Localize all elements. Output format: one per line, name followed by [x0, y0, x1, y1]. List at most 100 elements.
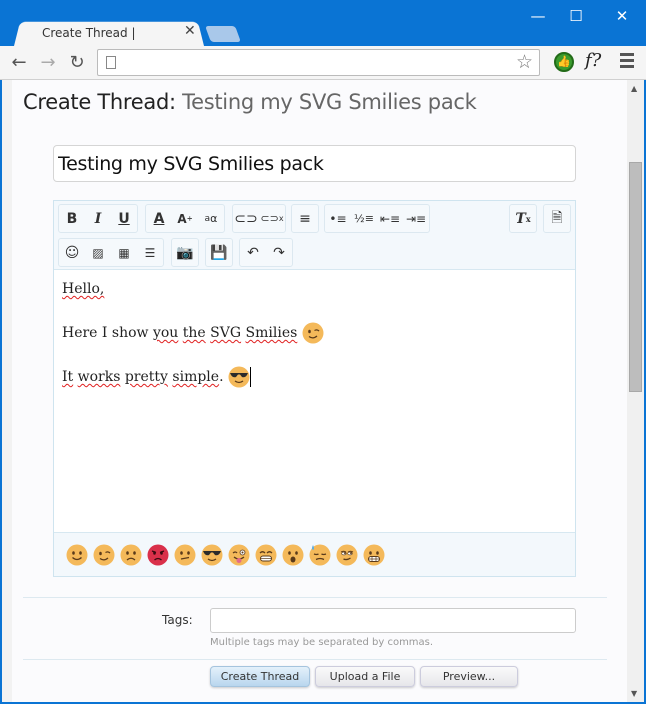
undo-icon[interactable]: ↶: [240, 239, 266, 266]
remove-format-icon[interactable]: Tx: [510, 205, 536, 232]
page-title-subject: Testing my SVG Smilies pack: [182, 90, 477, 114]
grimace-smilie-icon[interactable]: [363, 544, 385, 566]
maximize-button[interactable]: ☐: [556, 4, 596, 28]
page-title: Create Thread: Testing my SVG Smilies pa…: [23, 90, 477, 114]
back-icon[interactable]: ←: [8, 52, 30, 74]
save-draft-icon[interactable]: 💾: [206, 239, 232, 266]
history-group: ↶ ↷: [239, 238, 293, 267]
browser-tab[interactable]: Create Thread | ✕: [14, 20, 204, 46]
smilies-icon[interactable]: ☺: [59, 239, 85, 266]
tab-close-icon[interactable]: ✕: [184, 23, 196, 39]
vertical-scrollbar[interactable]: ▲ ▼: [627, 80, 644, 702]
line-text: Smilies: [245, 325, 298, 341]
preview-button[interactable]: Preview...: [420, 666, 518, 687]
media-icon[interactable]: ▦: [111, 239, 137, 266]
text-caret: [249, 367, 251, 387]
cool-smilie-icon: [228, 366, 250, 388]
italic-icon[interactable]: I: [85, 205, 111, 232]
editor-toolbar: B I U A A ÷ aα ⊂⊃ ⊂⊃ x ≡ •≡ ½≡ ⇤≡ ⇥≡ T x…: [54, 201, 575, 270]
link-group: ⊂⊃ ⊂⊃ x: [232, 204, 286, 233]
bbcode-toggle-icon[interactable]: 🗎: [544, 205, 570, 232]
camera-icon[interactable]: 📷: [172, 239, 198, 266]
align-left-icon[interactable]: ≡: [292, 205, 318, 232]
page-title-prefix: Create Thread:: [23, 90, 176, 114]
line-text: the: [182, 325, 206, 341]
font-color-icon[interactable]: A: [146, 205, 172, 232]
line-text: SVG: [210, 325, 242, 341]
tags-input[interactable]: [210, 608, 576, 633]
remove-format-group: Tx: [509, 204, 537, 233]
close-window-button[interactable]: ✕: [602, 4, 642, 28]
bbcode-group: 🗎: [543, 204, 571, 233]
outdent-icon[interactable]: ⇤≡: [377, 205, 403, 232]
editor-line: Here I show you the SVG Smilies: [62, 322, 567, 344]
scroll-up-arrow-icon[interactable]: ▲: [631, 84, 637, 93]
scroll-thumb[interactable]: [629, 162, 642, 392]
redo-icon[interactable]: ↷: [266, 239, 292, 266]
wink-smilie-icon: [302, 322, 324, 344]
line-text: pretty: [124, 369, 168, 385]
tags-label: Tags:: [162, 613, 193, 627]
divider: [23, 597, 607, 598]
bold-icon[interactable]: B: [59, 205, 85, 232]
address-bar[interactable]: ☆: [97, 49, 540, 76]
mad-smilie-icon[interactable]: [147, 544, 169, 566]
line-text: you: [152, 325, 179, 341]
tags-hint: Multiple tags may be separated by commas…: [210, 637, 434, 648]
divider: [23, 659, 607, 660]
new-tab-button[interactable]: [205, 26, 241, 42]
reload-icon[interactable]: ↻: [66, 52, 88, 74]
sweat-smilie-icon[interactable]: [309, 544, 331, 566]
grin-smilie-icon[interactable]: [255, 544, 277, 566]
cool-smilie-icon[interactable]: [201, 544, 223, 566]
roll-eyes-smilie-icon[interactable]: [336, 544, 358, 566]
browser-titlebar: Create Thread | ✕ — ☐ ✕: [0, 0, 646, 46]
tongue-smilie-icon[interactable]: [228, 544, 250, 566]
upload-file-button[interactable]: Upload a File: [315, 666, 415, 687]
bookmark-star-icon[interactable]: ☆: [516, 51, 533, 73]
underline-icon[interactable]: U: [111, 205, 137, 232]
frown-smilie-icon[interactable]: [120, 544, 142, 566]
forward-icon[interactable]: →: [37, 52, 59, 74]
thread-title-input[interactable]: [53, 145, 576, 182]
menu-icon[interactable]: [620, 53, 634, 71]
create-thread-button[interactable]: Create Thread: [210, 666, 310, 687]
align-group: ≡: [291, 204, 319, 233]
font-group: A A ÷ aα: [145, 204, 225, 233]
save-group: 💾: [205, 238, 233, 267]
line-text: Here I show: [62, 325, 153, 341]
minimize-button[interactable]: —: [518, 4, 558, 28]
font-size-icon[interactable]: A ÷: [172, 205, 198, 232]
extension-thumbs-up-icon[interactable]: 👍: [554, 52, 574, 72]
editor-line: It works pretty simple.: [62, 366, 567, 388]
oh-smilie-icon[interactable]: [282, 544, 304, 566]
insert-group: ☺ ▨ ▦ ☰: [58, 238, 164, 267]
numbered-list-icon[interactable]: ½≡: [351, 205, 377, 232]
browser-toolbar: ← → ↻ ☆ 👍 f?: [0, 46, 646, 80]
rich-text-editor: B I U A A ÷ aα ⊂⊃ ⊂⊃ x ≡ •≡ ½≡ ⇤≡ ⇥≡ T x…: [53, 200, 576, 577]
link-icon[interactable]: ⊂⊃: [233, 205, 259, 232]
extension-f-icon[interactable]: f?: [585, 50, 601, 71]
font-family-icon[interactable]: aα: [198, 205, 224, 232]
line-text: simple: [172, 369, 220, 385]
unlink-icon[interactable]: ⊂⊃ x: [259, 205, 285, 232]
bullet-list-icon[interactable]: •≡: [325, 205, 351, 232]
smile-smilie-icon[interactable]: [66, 544, 88, 566]
wink-smilie-icon[interactable]: [93, 544, 115, 566]
format-group: B I U: [58, 204, 138, 233]
line-text: It: [62, 369, 74, 385]
editor-content[interactable]: Hello, Here I show you the SVG Smilies I…: [54, 270, 575, 532]
confused-smilie-icon[interactable]: [174, 544, 196, 566]
insert-text-icon[interactable]: ☰: [137, 239, 163, 266]
list-group: •≡ ½≡ ⇤≡ ⇥≡: [324, 204, 430, 233]
image-icon[interactable]: ▨: [85, 239, 111, 266]
scroll-down-arrow-icon[interactable]: ▼: [631, 689, 637, 698]
tab-title: Create Thread |: [42, 26, 136, 40]
smilie-picker: [54, 532, 575, 576]
page-viewport: Create Thread: Testing my SVG Smilies pa…: [2, 80, 644, 702]
page-margin: [2, 80, 12, 702]
page-icon: [106, 56, 116, 69]
indent-icon[interactable]: ⇥≡: [403, 205, 429, 232]
line-text: works: [77, 369, 121, 385]
line-text: Hello,: [62, 281, 105, 297]
